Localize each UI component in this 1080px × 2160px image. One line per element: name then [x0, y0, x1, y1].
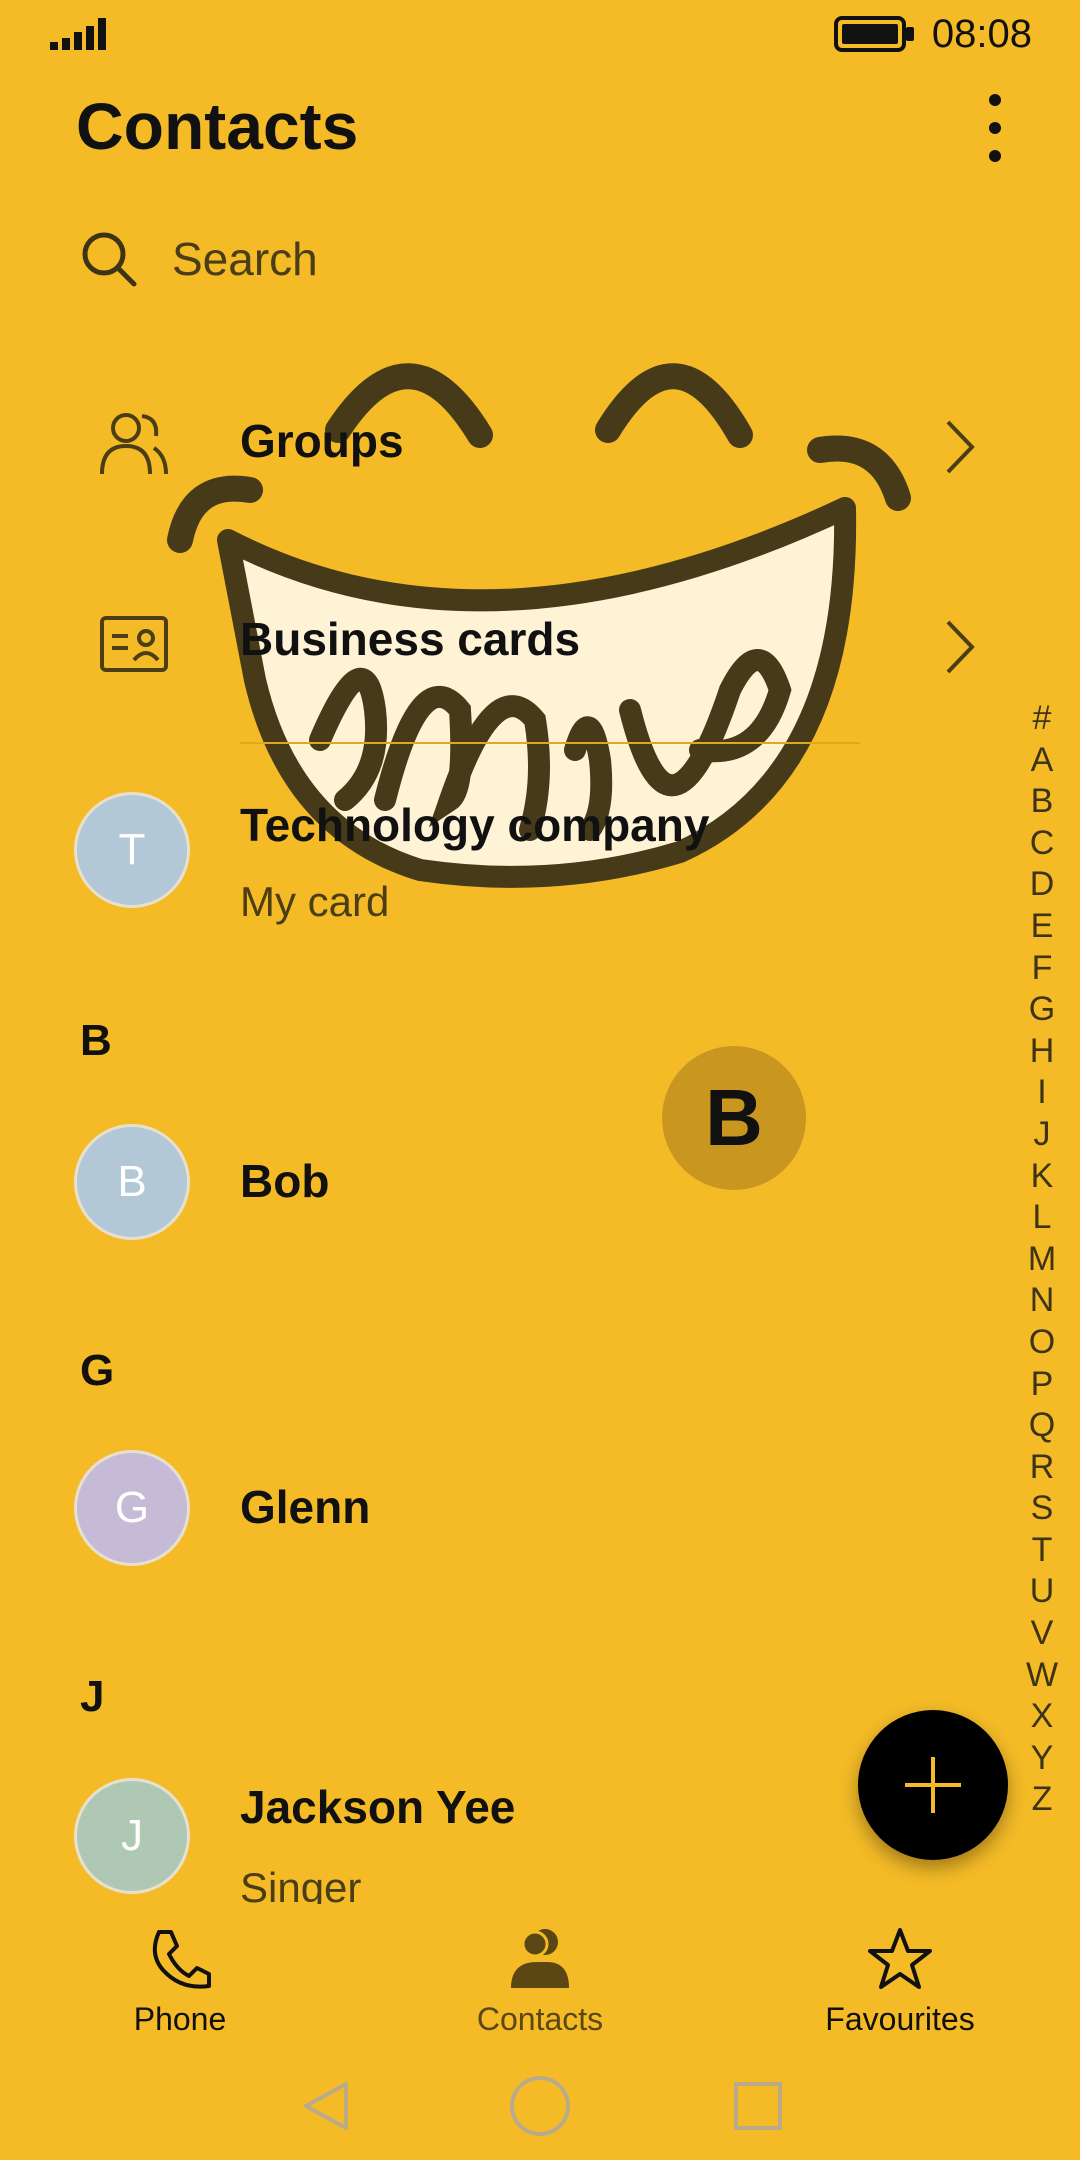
index-letter[interactable]: N: [1024, 1280, 1060, 1322]
my-card-row[interactable]: T Technology company My card: [0, 780, 1000, 940]
index-letter[interactable]: H: [1024, 1031, 1060, 1073]
tab-favourites-label: Favourites: [825, 2001, 975, 2037]
index-letter[interactable]: L: [1024, 1197, 1060, 1239]
index-letter[interactable]: #: [1024, 698, 1060, 740]
avatar: G: [74, 1450, 190, 1566]
contact-name: Jackson Yee: [240, 1781, 516, 1833]
index-letter[interactable]: X: [1024, 1696, 1060, 1738]
tab-favourites[interactable]: Favourites: [780, 1926, 1020, 2038]
index-letter[interactable]: R: [1024, 1447, 1060, 1489]
avatar: T: [74, 792, 190, 908]
contacts-icon: [511, 1929, 569, 1988]
index-letter[interactable]: W: [1024, 1655, 1060, 1697]
divider: [240, 742, 860, 744]
index-letter[interactable]: I: [1024, 1072, 1060, 1114]
section-header: G: [80, 1346, 115, 1395]
index-letter[interactable]: T: [1024, 1530, 1060, 1572]
contact-subtitle: My card: [240, 878, 390, 925]
status-bar: 08:08: [0, 0, 1080, 70]
search-bar[interactable]: Search: [76, 222, 976, 298]
tab-phone[interactable]: Phone: [60, 1926, 300, 2038]
chevron-right-icon: [946, 620, 975, 674]
signal-icon: [50, 18, 106, 50]
section-header: B: [80, 1016, 112, 1065]
contact-name: Technology company: [240, 799, 710, 851]
tab-contacts[interactable]: Contacts: [420, 1926, 660, 2038]
phone-icon: [152, 1930, 211, 1989]
contact-subtitle: Singer: [240, 1864, 362, 1904]
recents-icon[interactable]: [732, 2080, 784, 2132]
star-icon: [868, 1928, 932, 1989]
contact-name: Bob: [240, 1155, 330, 1207]
contact-row-bob[interactable]: B Bob: [0, 1110, 1000, 1250]
search-input[interactable]: Search: [172, 232, 318, 286]
index-letter[interactable]: B: [1024, 781, 1060, 823]
index-letter[interactable]: F: [1024, 948, 1060, 990]
alphabet-index[interactable]: # A B C D E F G H I J K L M N O P Q R S T U V W X Y Z: [1024, 698, 1060, 1821]
search-icon: [82, 232, 137, 287]
contact-row-jackson-yee[interactable]: J Jackson Yee Singer: [0, 1764, 1000, 1904]
battery-icon: [834, 16, 914, 52]
contact-name: Glenn: [240, 1481, 371, 1533]
index-letter[interactable]: U: [1024, 1571, 1060, 1613]
more-options-icon[interactable]: [970, 92, 1020, 164]
index-letter[interactable]: Y: [1024, 1738, 1060, 1780]
section-header: J: [80, 1672, 105, 1721]
index-letter[interactable]: K: [1024, 1156, 1060, 1198]
tab-phone-label: Phone: [133, 2001, 227, 2037]
tab-contacts-label: Contacts: [476, 2001, 604, 2037]
groups-label: Groups: [240, 415, 404, 467]
plus-icon: [905, 1757, 961, 1813]
page-title: Contacts: [76, 89, 359, 163]
back-icon[interactable]: [300, 2078, 352, 2134]
index-letter[interactable]: S: [1024, 1488, 1060, 1530]
index-letter[interactable]: M: [1024, 1239, 1060, 1281]
avatar: J: [74, 1778, 190, 1894]
system-navigation-bar: [0, 2060, 1080, 2160]
business-cards-row[interactable]: Business cards: [0, 582, 1000, 702]
index-letter[interactable]: J: [1024, 1114, 1060, 1156]
business-card-icon: [100, 616, 168, 672]
index-letter[interactable]: P: [1024, 1364, 1060, 1406]
index-letter[interactable]: Q: [1024, 1405, 1060, 1447]
clock: 08:08: [931, 12, 1032, 56]
index-letter[interactable]: E: [1024, 906, 1060, 948]
groups-row[interactable]: Groups: [0, 380, 1000, 500]
business-cards-label: Business cards: [240, 613, 581, 665]
index-letter[interactable]: A: [1024, 740, 1060, 782]
home-icon[interactable]: [508, 2074, 572, 2138]
chevron-right-icon: [946, 420, 975, 474]
index-letter[interactable]: D: [1024, 864, 1060, 906]
add-contact-button[interactable]: [858, 1710, 1008, 1860]
contact-row-glenn[interactable]: G Glenn: [0, 1438, 1000, 1578]
index-letter[interactable]: G: [1024, 989, 1060, 1031]
avatar: B: [74, 1124, 190, 1240]
index-letter[interactable]: Z: [1024, 1779, 1060, 1821]
index-letter[interactable]: C: [1024, 823, 1060, 865]
index-popup: B: [662, 1046, 806, 1190]
groups-icon: [100, 413, 168, 475]
index-letter[interactable]: O: [1024, 1322, 1060, 1364]
index-letter[interactable]: V: [1024, 1613, 1060, 1655]
